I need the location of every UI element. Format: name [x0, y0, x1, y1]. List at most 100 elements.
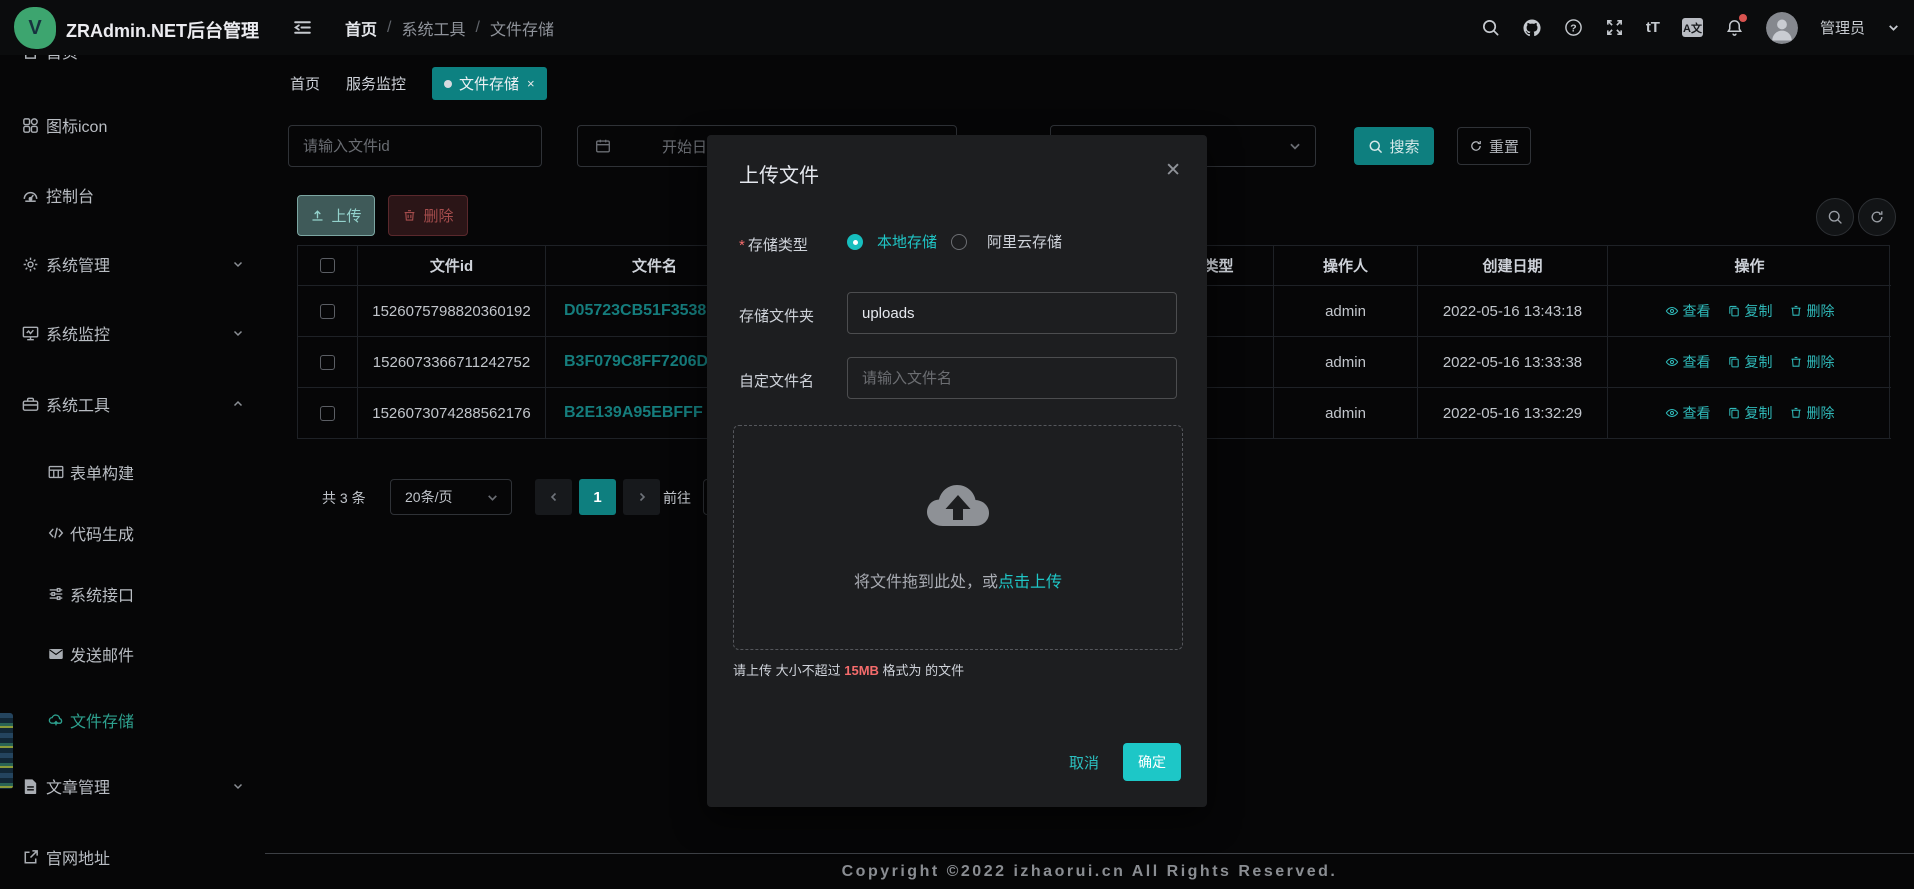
view-link[interactable]: 查看 — [1665, 403, 1711, 423]
page-size-value: 20条/页 — [405, 487, 452, 507]
sidebar-item-system-monitor[interactable]: 系统监控 — [0, 313, 265, 353]
filename-label: 自定文件名 — [739, 370, 814, 391]
chevron-down-icon — [232, 327, 244, 339]
refresh-icon — [1469, 139, 1483, 153]
sidebar-item-official-site[interactable]: 官网地址 — [0, 837, 265, 877]
sidebar-item-system-tools[interactable]: 系统工具 — [0, 384, 265, 424]
cell-operator: admin — [1274, 388, 1418, 439]
radio-aliyun-label[interactable]: 阿里云存储 — [987, 231, 1062, 252]
radio-local-storage[interactable] — [847, 234, 863, 250]
row-checkbox[interactable] — [320, 355, 335, 370]
chevron-down-icon — [232, 258, 244, 270]
size-limit: 15MB — [844, 663, 879, 678]
row-checkbox[interactable] — [320, 304, 335, 319]
trash-icon — [1789, 355, 1803, 369]
upload-cloud-icon — [925, 482, 991, 528]
notification-dot — [1739, 14, 1747, 22]
sidebar: 首页 图标icon 控制台 系统管理 系统监控 系统工具 表单构建 代码生成 系… — [0, 55, 265, 889]
tab-label: 文件存储 — [459, 73, 519, 94]
folder-label: 存储文件夹 — [739, 305, 814, 326]
copy-link[interactable]: 复制 — [1727, 301, 1773, 321]
dropzone-text: 将文件拖到此处，或点击上传 — [854, 568, 1062, 592]
eye-icon — [1665, 355, 1679, 369]
avatar[interactable] — [1766, 12, 1798, 44]
tab-home[interactable]: 首页 — [290, 73, 320, 94]
search-icon[interactable] — [1481, 18, 1500, 37]
radio-aliyun-storage[interactable] — [951, 234, 967, 250]
chevron-down-icon[interactable] — [1887, 21, 1900, 34]
upload-icon — [310, 208, 325, 223]
upload-dialog: 上传文件 ✕ *存储类型 本地存储 阿里云存储 存储文件夹 自定文件名 将文件拖… — [707, 135, 1207, 807]
cell-operator: admin — [1274, 337, 1418, 388]
mail-icon — [47, 645, 65, 663]
radio-local-label[interactable]: 本地存储 — [877, 231, 937, 252]
file-id-input[interactable] — [288, 125, 542, 167]
delete-link[interactable]: 删除 — [1789, 352, 1835, 372]
table-refresh-button[interactable] — [1858, 198, 1896, 236]
next-page-button[interactable] — [623, 479, 660, 515]
sliders-icon — [47, 585, 65, 603]
tab-service-monitor[interactable]: 服务监控 — [346, 73, 406, 94]
select-all-checkbox[interactable] — [320, 258, 335, 273]
view-link[interactable]: 查看 — [1665, 352, 1711, 372]
table-search-button[interactable] — [1816, 198, 1854, 236]
page-size-select[interactable]: 20条/页 — [390, 479, 512, 515]
delete-link[interactable]: 删除 — [1789, 403, 1835, 423]
sidebar-item-console[interactable]: 控制台 — [0, 175, 265, 215]
reset-button[interactable]: 重置 — [1457, 127, 1531, 165]
copy-link[interactable]: 复制 — [1727, 352, 1773, 372]
sidebar-item-form-builder[interactable]: 表单构建 — [0, 452, 265, 492]
tab-close-icon[interactable]: × — [527, 76, 535, 91]
trash-icon — [1789, 406, 1803, 420]
breadcrumb-home[interactable]: 首页 — [345, 16, 377, 40]
dialog-title: 上传文件 — [739, 159, 819, 188]
font-size-icon[interactable]: tT — [1646, 19, 1660, 36]
sidebar-item-icons[interactable]: 图标icon — [0, 105, 265, 145]
close-icon[interactable]: ✕ — [1165, 159, 1181, 182]
breadcrumb-system-tools[interactable]: 系统工具 — [401, 16, 465, 40]
upload-button[interactable]: 上传 — [297, 195, 375, 236]
filename-input[interactable] — [847, 357, 1177, 399]
chevron-down-icon — [232, 780, 244, 792]
sidebar-item-article-admin[interactable]: 文章管理 — [0, 766, 265, 806]
storage-type-label: *存储类型 — [739, 234, 808, 255]
prev-page-button[interactable] — [535, 479, 572, 515]
delete-link[interactable]: 删除 — [1789, 301, 1835, 321]
user-name[interactable]: 管理员 — [1820, 17, 1865, 38]
upload-label: 上传 — [331, 205, 361, 226]
click-upload-link[interactable]: 点击上传 — [998, 574, 1062, 591]
delete-label: 删除 — [423, 205, 453, 226]
sidebar-item-send-mail[interactable]: 发送邮件 — [0, 634, 265, 674]
sidebar-item-system-api[interactable]: 系统接口 — [0, 574, 265, 614]
sidebar-item-system-admin[interactable]: 系统管理 — [0, 244, 265, 284]
sidebar-collapse-icon[interactable] — [292, 17, 313, 38]
cell-file-id: 1526073074288562176 — [358, 388, 546, 439]
tab-file-storage[interactable]: 文件存储 × — [432, 67, 547, 100]
copy-link[interactable]: 复制 — [1727, 403, 1773, 423]
eye-icon — [1665, 406, 1679, 420]
search-button[interactable]: 搜索 — [1354, 127, 1434, 165]
fullscreen-icon[interactable] — [1605, 18, 1624, 37]
sidebar-item-code-gen[interactable]: 代码生成 — [0, 513, 265, 553]
cell-created: 2022-05-16 13:33:38 — [1418, 337, 1608, 388]
document-icon — [21, 777, 40, 796]
current-page-button[interactable]: 1 — [579, 479, 616, 515]
help-icon[interactable]: ? — [1564, 18, 1583, 37]
sidebar-item-file-storage[interactable]: 文件存储 — [0, 700, 265, 740]
bell-icon[interactable] — [1725, 18, 1744, 37]
folder-input[interactable] — [847, 292, 1177, 334]
confirm-button[interactable]: 确定 — [1123, 743, 1181, 781]
logo-letter: V — [28, 17, 41, 40]
github-icon[interactable] — [1522, 18, 1542, 38]
row-checkbox[interactable] — [320, 406, 335, 421]
copy-icon — [1727, 355, 1741, 369]
delete-button[interactable]: 删除 — [388, 195, 468, 236]
translate-icon[interactable]: A文 — [1682, 18, 1703, 37]
col-file-id: 文件id — [358, 246, 546, 286]
app-title: ZRAdmin.NET后台管理 — [66, 17, 259, 43]
storage-type-radio-group: 本地存储 阿里云存储 — [847, 231, 1062, 252]
monitor-icon — [21, 324, 40, 343]
upload-dropzone[interactable]: 将文件拖到此处，或点击上传 — [733, 425, 1183, 650]
cancel-button[interactable]: 取消 — [1069, 752, 1099, 773]
view-link[interactable]: 查看 — [1665, 301, 1711, 321]
